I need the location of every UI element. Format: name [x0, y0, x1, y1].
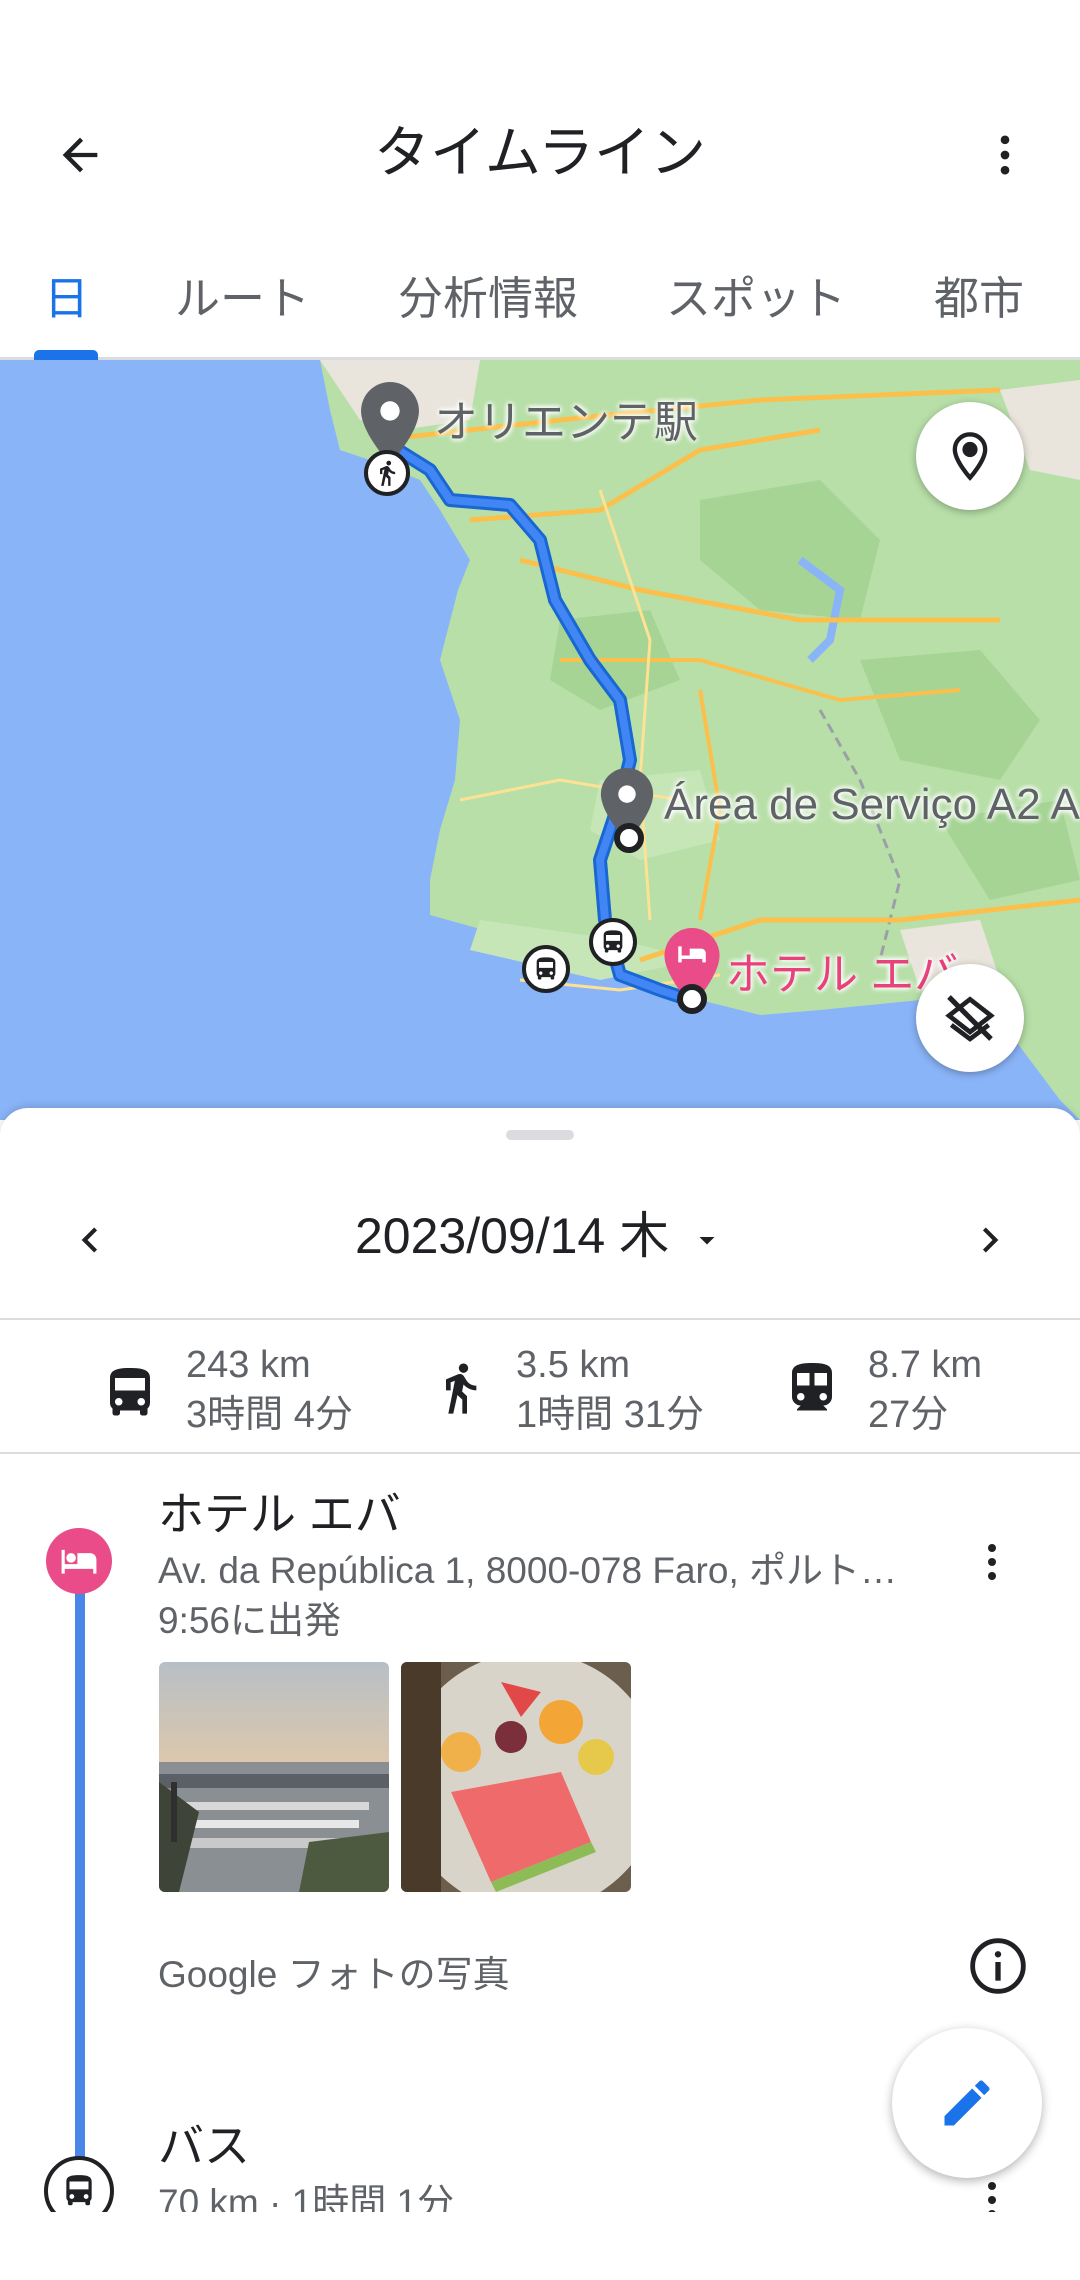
divider	[0, 1318, 1080, 1320]
stop-marker-icon[interactable]	[614, 823, 644, 853]
dropdown-arrow-icon	[699, 1236, 715, 1245]
more-vert-icon	[1000, 135, 1010, 175]
drag-handle[interactable]	[506, 1130, 574, 1140]
train-icon	[792, 1363, 832, 1411]
timeline-line	[75, 1580, 85, 2160]
tab-day[interactable]: 日	[44, 262, 89, 327]
more-options-button[interactable]	[965, 115, 1045, 195]
next-day-button[interactable]	[950, 1200, 1030, 1280]
stop-marker-icon[interactable]	[677, 984, 707, 1014]
bus-duration: 3時間 4分	[186, 1394, 353, 1436]
hotel-icon	[46, 1528, 112, 1594]
page-title: タイムライン	[373, 121, 707, 184]
train-duration: 27分	[868, 1394, 949, 1436]
tab-places[interactable]: スポット	[666, 262, 846, 327]
tab-cities[interactable]: 都市	[934, 262, 1024, 327]
layers-clear-icon	[945, 995, 995, 1042]
photo-thumbnail-marina[interactable]	[159, 1662, 389, 1892]
train-distance: 8.7 km	[868, 1344, 983, 1386]
walk-icon	[446, 1363, 477, 1414]
bus-distance: 243 km	[186, 1344, 311, 1386]
entry-time: 9:56に出発	[158, 1600, 342, 1641]
divider	[0, 1452, 1080, 1454]
date-selector[interactable]: 2023/09/14 木	[0, 1196, 1080, 1268]
edit-pencil-icon	[944, 2080, 990, 2126]
entry-title[interactable]: バス	[158, 2110, 250, 2176]
entry-title[interactable]: ホテル エバ	[158, 1478, 401, 1544]
bus-marker-lower-icon[interactable]	[589, 918, 637, 966]
map-label-service-area[interactable]: Área de Serviço A2 A	[664, 780, 1080, 830]
layers-off-button[interactable]	[916, 964, 1024, 1072]
chevron-right-icon	[982, 1227, 999, 1253]
date-text: 2023/09/14 木	[354, 1208, 670, 1264]
more-vert-icon	[988, 1544, 996, 1580]
photos-info-button[interactable]	[962, 1930, 1034, 2002]
entry-address: Av. da República 1, 8000-078 Faro, ポルト…	[158, 1550, 898, 1591]
walk-marker-icon[interactable]	[364, 450, 410, 496]
photos-caption: Google フォトの写真	[158, 1954, 510, 1995]
location-button[interactable]	[916, 402, 1024, 510]
place-icon	[952, 432, 988, 481]
tab-routes[interactable]: ルート	[175, 262, 310, 327]
tab-insights[interactable]: 分析情報	[398, 262, 578, 327]
timeline-map[interactable]: オリエンテ駅 Área de Serviço A2 A ホテル エバ	[0, 360, 1080, 1120]
photo-thumbnail-fruit[interactable]	[401, 1662, 631, 1892]
bottom-fade	[0, 2212, 1080, 2280]
entry-more-button[interactable]	[962, 1522, 1022, 1602]
walk-distance: 3.5 km	[516, 1344, 631, 1386]
bus-marker-icon[interactable]	[522, 945, 570, 993]
edit-fab[interactable]	[892, 2028, 1042, 2178]
walk-duration: 1時間 31分	[516, 1394, 704, 1436]
bus-icon	[110, 1368, 150, 1416]
map-label-station[interactable]: オリエンテ駅	[434, 386, 698, 450]
tab-indicator	[34, 350, 98, 360]
info-icon	[970, 1938, 1026, 1994]
